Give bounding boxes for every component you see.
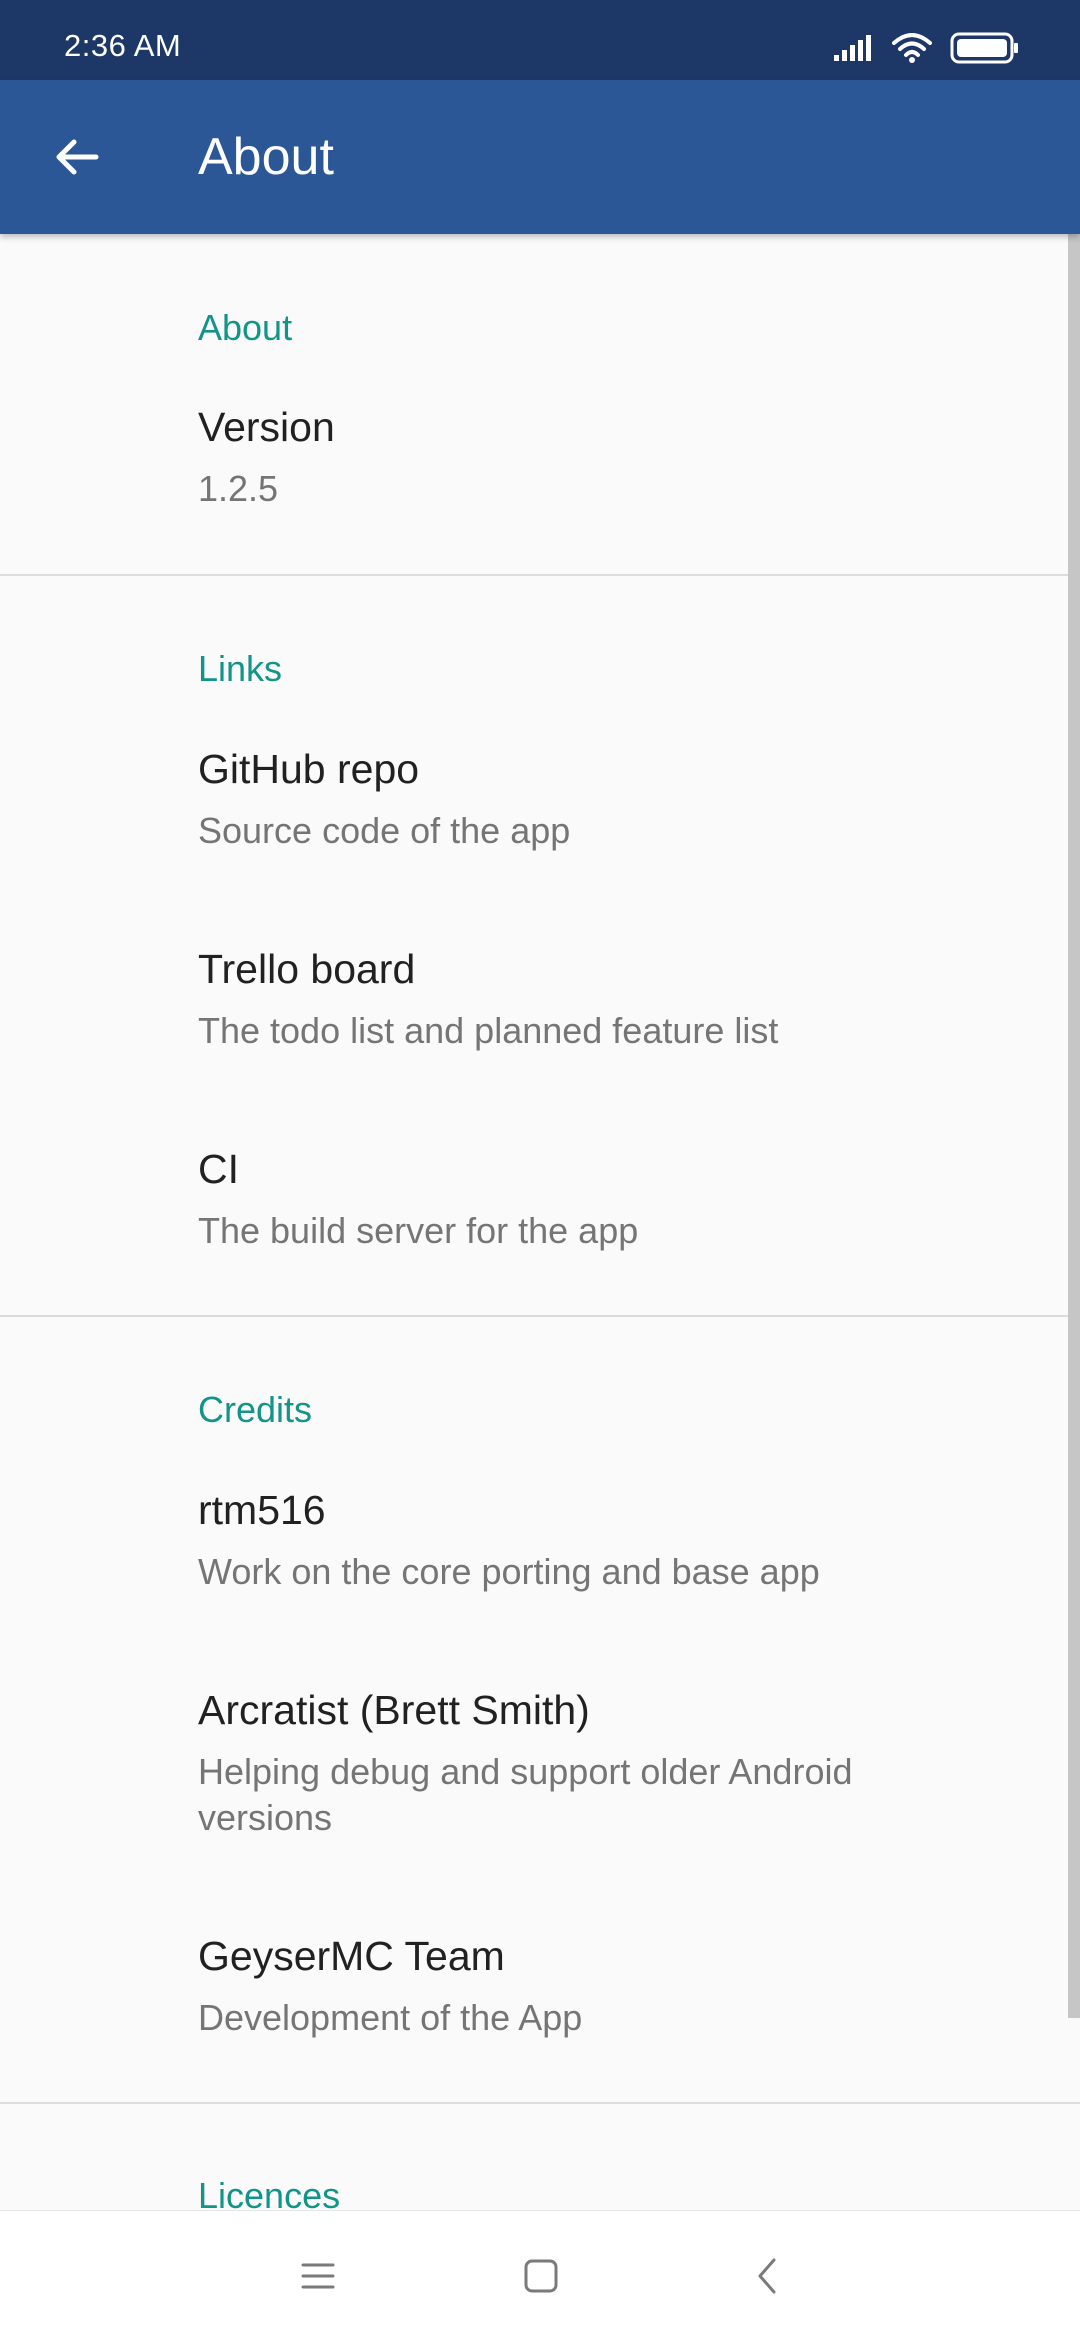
pref-title: GitHub repo [198, 746, 420, 792]
pref-credit-arcratist[interactable]: Arcratist (Brett Smith) Helping debug an… [0, 1687, 1068, 1857]
section-divider [0, 1315, 1080, 1317]
page-title: About [198, 128, 334, 186]
arrow-back-icon [56, 139, 99, 175]
pref-summary: The todo list and planned feature list [198, 1010, 779, 1051]
scrollbar[interactable] [1068, 234, 1080, 2018]
wifi-icon [892, 33, 932, 63]
pref-trello-board[interactable]: Trello board The todo list and planned f… [0, 946, 1068, 1066]
pref-summary: Development of the App [198, 1997, 583, 2038]
pref-title: rtm516 [198, 1487, 326, 1533]
section-divider [0, 2102, 1080, 2104]
status-bar: 2:36 AM [0, 0, 1080, 80]
status-icons [834, 30, 1020, 66]
pref-summary: Helping debug and support older Android … [198, 1751, 853, 1838]
status-time: 2:36 AM [64, 28, 182, 63]
pref-credit-rtm516[interactable]: rtm516 Work on the core porting and base… [0, 1487, 1068, 1607]
nav-back-button[interactable] [732, 2241, 802, 2311]
pref-title: CI [198, 1146, 239, 1192]
nav-menu-button[interactable] [283, 2241, 353, 2311]
signal-icon [834, 35, 871, 61]
preferences-list[interactable]: About Version 1.2.5 Links GitHub repo So… [0, 234, 1080, 2210]
pref-ci[interactable]: CI The build server for the app [0, 1146, 1068, 1266]
category-credits-header: Credits [198, 1389, 313, 1430]
pref-title: Version [198, 404, 335, 450]
nav-home-button[interactable] [506, 2241, 576, 2311]
back-button[interactable] [36, 117, 116, 197]
pref-title: Trello board [198, 946, 416, 992]
section-divider [0, 574, 1080, 576]
pref-title: Arcratist (Brett Smith) [198, 1687, 590, 1733]
menu-icon [301, 2263, 335, 2289]
app-bar: About [0, 80, 1080, 234]
pref-summary: Work on the core porting and base app [198, 1551, 820, 1592]
pref-summary: Source code of the app [198, 810, 571, 851]
home-icon [524, 2259, 558, 2293]
pref-summary: 1.2.5 [198, 468, 279, 509]
back-icon [758, 2258, 776, 2294]
pref-title: GeyserMC Team [198, 1933, 505, 1979]
category-about-header: About [198, 307, 293, 348]
battery-icon [950, 32, 1018, 64]
pref-summary: The build server for the app [198, 1210, 639, 1251]
category-licences-header: Licences [198, 2175, 341, 2210]
category-links-header: Links [198, 648, 283, 689]
pref-github-repo[interactable]: GitHub repo Source code of the app [0, 746, 1068, 866]
system-nav-bar [0, 2210, 1080, 2340]
pref-credit-geysermc[interactable]: GeyserMC Team Development of the App [0, 1933, 1068, 2053]
pref-version[interactable]: Version 1.2.5 [0, 404, 1068, 566]
